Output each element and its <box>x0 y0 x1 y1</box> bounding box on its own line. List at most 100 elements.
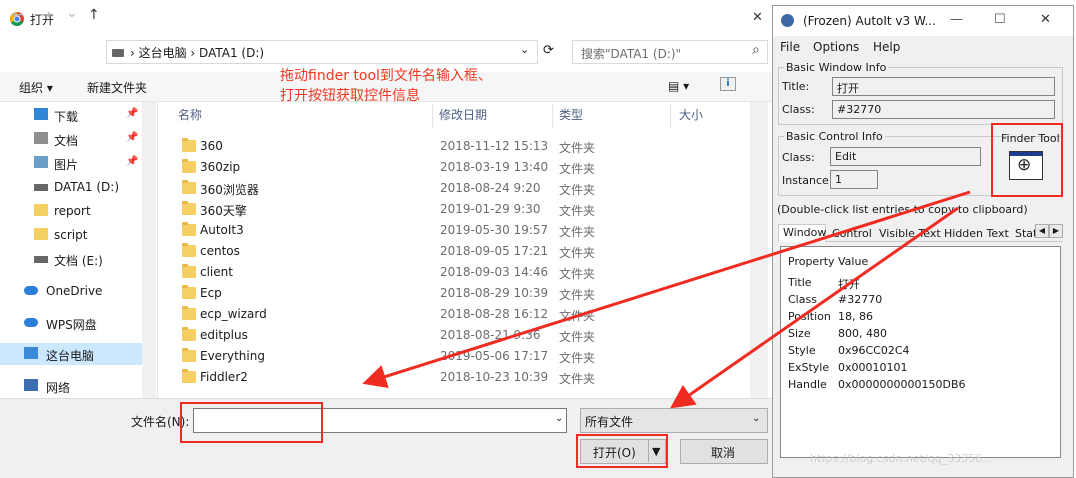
sidebar-item[interactable]: 下载 📌 <box>0 104 142 126</box>
sidebar-item[interactable]: 文档 📌 <box>0 128 142 150</box>
sidebar-item[interactable]: report <box>0 200 142 222</box>
file-type: 文件夹 <box>559 141 596 155</box>
tab-visible-text[interactable]: Visible Text <box>879 227 941 245</box>
property-value[interactable]: 0x96CC02C4 <box>838 344 910 357</box>
sidebar-item-label: DATA1 (D:) <box>54 180 120 194</box>
column-divider[interactable] <box>670 104 671 128</box>
window-title-value: 打开 <box>837 82 859 95</box>
file-row[interactable]: editplus 2018-08-21 9:36 文件夹 <box>170 325 748 346</box>
sidebar-item[interactable]: 网络 <box>0 375 142 397</box>
property-value[interactable]: 打开 <box>838 276 860 292</box>
minimize-icon[interactable]: — <box>950 12 963 27</box>
menu-file[interactable]: File <box>780 40 800 54</box>
tab-control[interactable]: Control <box>832 227 872 245</box>
column-divider[interactable] <box>552 104 553 128</box>
column-header-name[interactable]: 名称 <box>178 106 202 128</box>
control-class-label: Class: <box>782 151 815 164</box>
file-type: 文件夹 <box>559 309 596 323</box>
property-name[interactable]: Title <box>788 276 812 289</box>
address-dropdown-icon[interactable]: ⌄ <box>520 43 529 56</box>
window-class-value: #32770 <box>837 103 882 116</box>
file-type: 文件夹 <box>559 162 596 176</box>
tab-scroll-left-icon[interactable]: ◀ <box>1035 224 1049 238</box>
tab-hidden-text[interactable]: Hidden Text <box>944 227 1009 245</box>
file-row[interactable]: centos 2018-09-05 17:21 文件夹 <box>170 241 748 262</box>
filename-dropdown-icon[interactable]: ⌄ <box>555 413 563 424</box>
file-row[interactable]: ecp_wizard 2018-08-28 16:12 文件夹 <box>170 304 748 325</box>
menu-options[interactable]: Options <box>813 40 859 54</box>
sidebar-item[interactable]: WPS网盘 <box>0 312 142 334</box>
value-header[interactable]: Value <box>838 255 868 268</box>
sidebar-item-label: 这台电脑 <box>46 349 95 363</box>
sidebar-item-label: 网络 <box>46 381 71 395</box>
file-row[interactable]: 360zip 2018-03-19 13:40 文件夹 <box>170 157 748 178</box>
file-name: editplus <box>200 328 248 342</box>
file-list-scrollbar[interactable] <box>750 102 768 398</box>
file-date: 2019-05-30 19:57 <box>440 223 549 237</box>
network-icon <box>24 379 38 391</box>
view-options-button[interactable]: ▤ ▾ <box>668 79 689 93</box>
property-list[interactable] <box>780 246 1061 458</box>
menu-help[interactable]: Help <box>873 40 900 54</box>
property-value[interactable]: #32770 <box>838 293 882 306</box>
refresh-icon[interactable]: ⟳ <box>543 43 554 58</box>
file-row[interactable]: Ecp 2018-08-29 10:39 文件夹 <box>170 283 748 304</box>
property-name[interactable]: Style <box>788 344 816 357</box>
filetype-dropdown-icon[interactable]: ⌄ <box>752 413 760 424</box>
cloud-icon <box>24 318 38 327</box>
preview-pane-icon[interactable]: i <box>720 77 736 91</box>
window-title-field[interactable] <box>832 77 1055 96</box>
file-date: 2019-05-06 17:17 <box>440 349 549 363</box>
column-header-type[interactable]: 类型 <box>559 106 583 128</box>
property-value[interactable]: 0x0000000000150DB6 <box>838 378 966 391</box>
file-row[interactable]: 360 2018-11-12 15:13 文件夹 <box>170 136 748 157</box>
column-header-size[interactable]: 大小 <box>679 106 703 128</box>
file-row[interactable]: Everything 2019-05-06 17:17 文件夹 <box>170 346 748 367</box>
pin-icon: 📌 <box>126 156 139 167</box>
property-name[interactable]: Size <box>788 327 811 340</box>
forward-icon[interactable]: → <box>40 7 52 23</box>
annotation-line-2: 打开按钮获取控件信息 <box>280 88 420 104</box>
file-date: 2018-10-23 10:39 <box>440 370 549 384</box>
file-row[interactable]: client 2018-09-03 14:46 文件夹 <box>170 262 748 283</box>
file-row[interactable]: AutoIt3 2019-05-30 19:57 文件夹 <box>170 220 748 241</box>
column-header-date[interactable]: 修改日期 <box>439 106 487 128</box>
property-header[interactable]: Property <box>788 255 835 268</box>
sidebar-item-label: 下载 <box>54 110 79 124</box>
tab-status[interactable]: Stat <box>1015 227 1037 245</box>
property-name[interactable]: Class <box>788 293 817 306</box>
file-row[interactable]: Fiddler2 2018-10-23 10:39 文件夹 <box>170 367 748 388</box>
recent-locations-icon[interactable]: ⌄ <box>66 5 78 21</box>
sidebar-item[interactable]: 文档 (E:) <box>0 248 142 270</box>
tab-scroll-right-icon[interactable]: ▶ <box>1049 224 1063 238</box>
property-value[interactable]: 800, 480 <box>838 327 887 340</box>
sidebar-item-label: WPS网盘 <box>46 318 97 332</box>
property-name[interactable]: ExStyle <box>788 361 829 374</box>
sidebar-item[interactable]: script <box>0 224 142 246</box>
maximize-icon[interactable]: ☐ <box>994 12 1006 27</box>
sidebar-item[interactable]: DATA1 (D:) <box>0 176 142 198</box>
file-date: 2018-11-12 15:13 <box>440 139 549 153</box>
file-name: 360浏览器 <box>200 183 259 197</box>
up-folder-icon[interactable]: ↑ <box>88 7 100 23</box>
window-class-label: Class: <box>782 103 815 116</box>
back-icon[interactable]: ← <box>12 7 24 23</box>
file-row[interactable]: 360浏览器 2018-08-24 9:20 文件夹 <box>170 178 748 199</box>
annotation-text: 拖动finder tool到文件名输入框、 打开按钮获取控件信息 <box>280 66 492 106</box>
property-value[interactable]: 0x00010101 <box>838 361 908 374</box>
close-icon[interactable]: ✕ <box>1040 12 1051 27</box>
property-value[interactable]: 18, 86 <box>838 310 873 323</box>
search-icon[interactable]: ⌕ <box>752 42 760 58</box>
property-name[interactable]: Handle <box>788 378 827 391</box>
close-icon[interactable]: ✕ <box>752 10 763 25</box>
sidebar-item[interactable]: 图片 📌 <box>0 152 142 174</box>
organize-button[interactable]: 组织 ▾ <box>19 79 53 96</box>
sidebar-item[interactable]: 这台电脑 <box>0 343 142 365</box>
property-name[interactable]: Position <box>788 310 831 323</box>
sidebar-item[interactable]: OneDrive <box>0 280 142 302</box>
new-folder-button[interactable]: 新建文件夹 <box>87 79 147 96</box>
column-divider[interactable] <box>432 104 433 128</box>
navigation-pane-scrollbar[interactable] <box>142 102 156 398</box>
file-row[interactable]: 360天擎 2019-01-29 9:30 文件夹 <box>170 199 748 220</box>
file-type: 文件夹 <box>559 267 596 281</box>
